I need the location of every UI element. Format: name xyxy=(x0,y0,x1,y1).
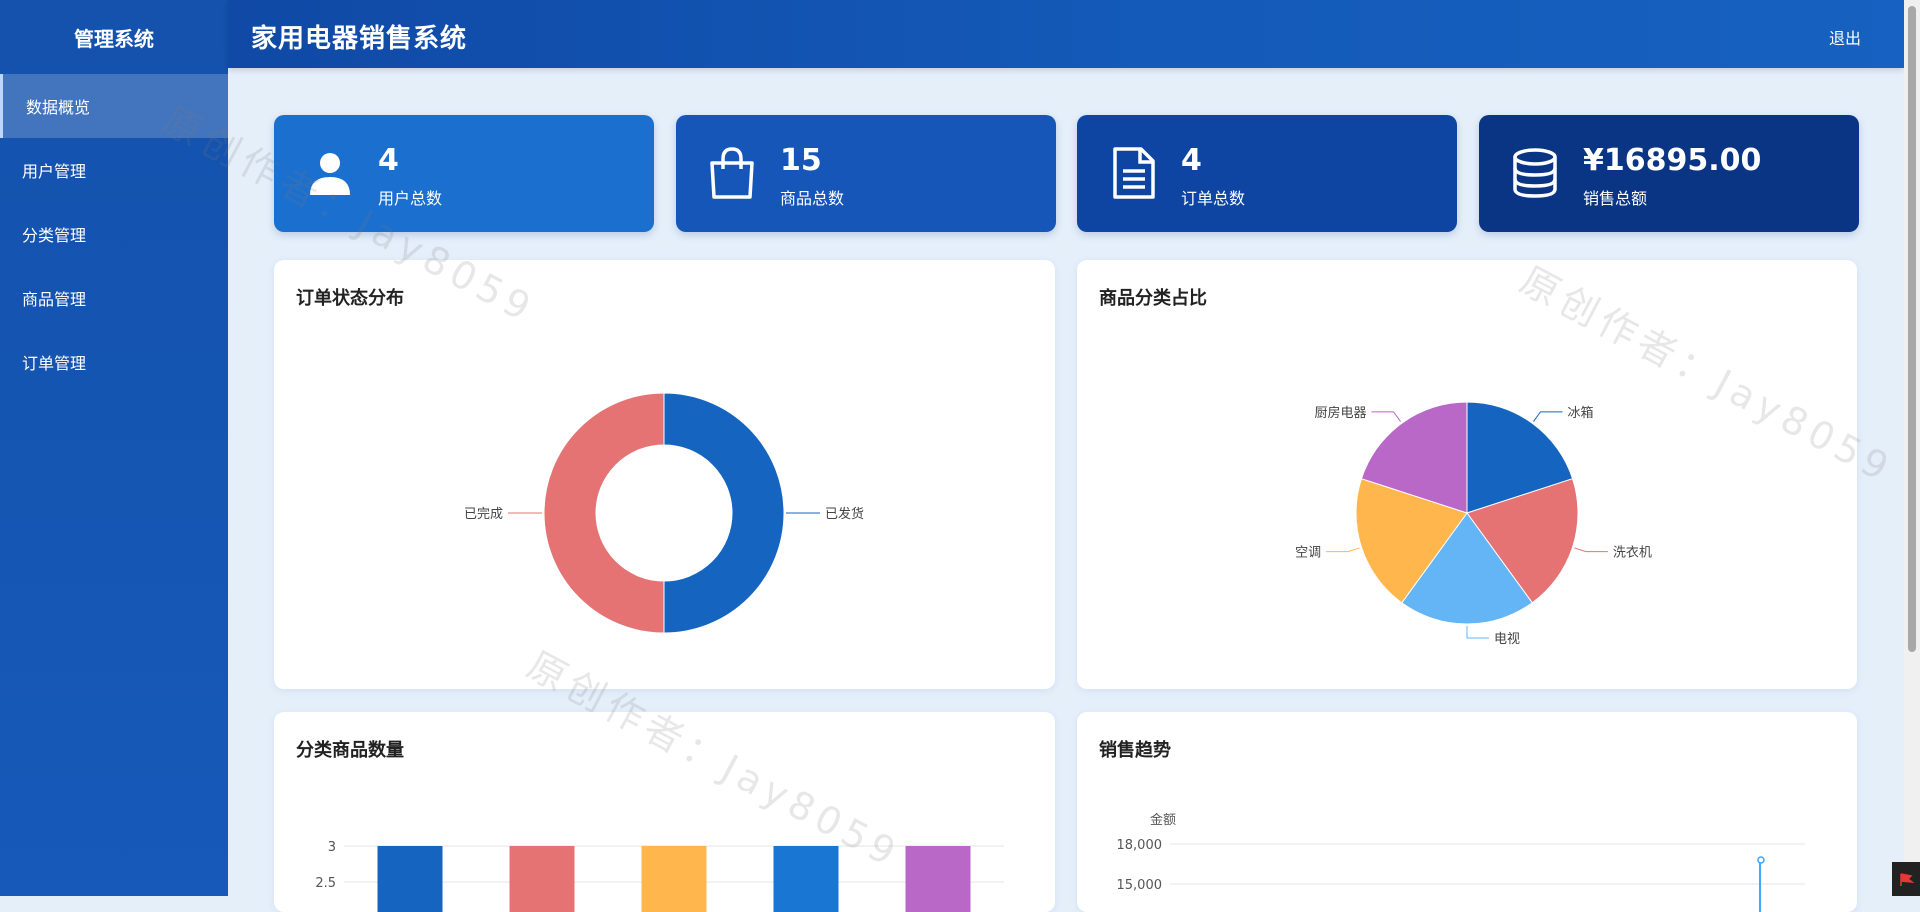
category-count-chart: 32.5 xyxy=(315,840,1004,912)
order-status-chart: 已发货 已完成 xyxy=(464,392,864,634)
slice-label: 已发货 xyxy=(825,506,864,522)
y-tick-label: 2.5 xyxy=(315,876,336,891)
category-share-chart: 冰箱洗衣机电视 空调 厨房电器 xyxy=(1295,401,1652,647)
label-line xyxy=(1371,411,1401,422)
bar[interactable] xyxy=(773,846,839,912)
user-icon xyxy=(302,145,358,201)
sidebar-item-label: 商品管理 xyxy=(22,290,87,309)
vertical-scrollbar[interactable] xyxy=(1904,0,1920,896)
stat-value: 4 xyxy=(378,143,399,178)
bar[interactable] xyxy=(509,846,575,912)
y-axis-label: 金额 xyxy=(1150,812,1176,828)
sidebar-item-label: 数据概览 xyxy=(26,98,91,117)
scrollbar-thumb[interactable] xyxy=(1908,6,1916,652)
document-icon xyxy=(1105,145,1161,201)
header-bar: 家用电器销售系统 退出 xyxy=(228,0,1904,68)
stat-card-users: 4 用户总数 xyxy=(274,115,654,232)
slice-label: 已完成 xyxy=(464,507,503,522)
pie-slice[interactable] xyxy=(543,392,665,634)
stat-card-products: 15 商品总数 xyxy=(676,115,1056,232)
order-status-panel: 订单状态分布 已发货 已完成 xyxy=(274,260,1055,689)
category-count-panel: 分类商品数量 3 2.5 xyxy=(274,712,1055,912)
stat-label: 商品总数 xyxy=(780,189,845,208)
slice-label: 电视 xyxy=(1494,632,1520,647)
sidebar-logo: 管理系统 xyxy=(74,26,154,51)
sidebar-item-label: 用户管理 xyxy=(22,162,87,181)
slice-label: 洗衣机 xyxy=(1613,545,1652,561)
sales-trend-panel: 销售趋势 金额 18,000 15,000 xyxy=(1077,712,1857,912)
y-tick-label: 15,000 xyxy=(1117,878,1163,893)
label-line xyxy=(1533,411,1563,422)
stat-label: 销售总额 xyxy=(1583,189,1648,208)
data-point[interactable] xyxy=(1757,856,1765,864)
label-line xyxy=(1466,626,1489,639)
bar[interactable] xyxy=(377,846,443,912)
sidebar-item-orders[interactable]: 订单管理 xyxy=(0,330,228,394)
sidebar-item-label: 分类管理 xyxy=(22,226,87,245)
slice-label: 厨房电器 xyxy=(1315,405,1367,421)
pie-slice[interactable] xyxy=(663,392,785,634)
slice-label: 冰箱 xyxy=(1567,405,1593,421)
sidebar-item-users[interactable]: 用户管理 xyxy=(0,138,228,202)
label-line xyxy=(1574,547,1608,553)
sales-trend-chart: 金额 18,000 15,000 xyxy=(1117,812,1805,912)
stat-label: 订单总数 xyxy=(1181,189,1246,208)
series-line xyxy=(1759,859,1762,912)
flag-icon xyxy=(1892,862,1920,896)
shopping-bag-icon xyxy=(704,145,760,201)
page-title: 家用电器销售系统 xyxy=(251,24,468,54)
stat-value: 15 xyxy=(780,143,822,178)
stat-card-sales: ¥16895.00 销售总额 xyxy=(1479,115,1859,232)
sidebar-item-label: 订单管理 xyxy=(22,354,87,373)
slice-label: 空调 xyxy=(1295,546,1321,561)
y-tick-label: 18,000 xyxy=(1117,838,1163,853)
coins-icon xyxy=(1507,145,1563,201)
category-share-panel: 商品分类占比 冰箱 洗衣机 电视 空调 厨房电器 xyxy=(1077,260,1857,689)
stat-value: ¥16895.00 xyxy=(1583,143,1762,178)
logout-button[interactable]: 退出 xyxy=(1829,25,1861,49)
bar[interactable] xyxy=(905,846,971,912)
stat-label: 用户总数 xyxy=(378,189,443,208)
bar[interactable] xyxy=(641,846,707,912)
y-tick-label: 3 xyxy=(328,840,336,855)
label-line xyxy=(1326,547,1360,553)
sidebar-item-categories[interactable]: 分类管理 xyxy=(0,202,228,266)
sidebar: 管理系统 数据概览 用户管理 分类管理 商品管理 订单管理 xyxy=(0,0,228,896)
sidebar-item-overview[interactable]: 数据概览 xyxy=(0,74,228,138)
stat-card-orders: 4 订单总数 xyxy=(1077,115,1457,232)
sidebar-item-products[interactable]: 商品管理 xyxy=(0,266,228,330)
stat-value: 4 xyxy=(1181,143,1202,178)
